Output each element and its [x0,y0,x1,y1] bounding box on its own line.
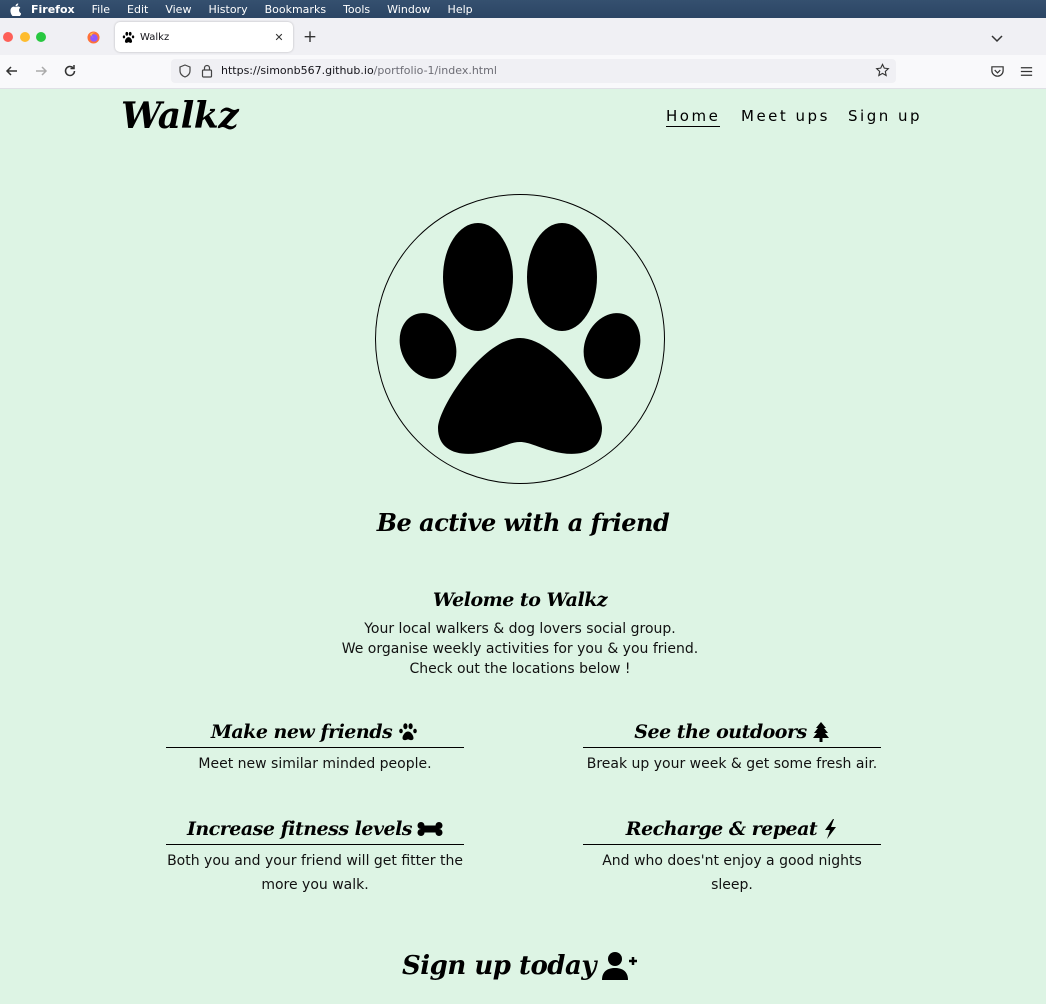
feature-title: Make new friends [166,717,464,748]
feature-make-new-friends: Make new friends Meet new similar minded… [166,717,464,776]
feature-title-text: Make new friends [210,721,393,743]
menu-window[interactable]: Window [387,3,430,16]
url-path: /portfolio-1/index.html [373,64,497,77]
bolt-icon [825,819,837,839]
feature-description: Both you and your friend will get fitter… [167,853,463,893]
menu-app-firefox[interactable]: Firefox [31,3,75,16]
bookmark-star-icon[interactable] [875,63,890,78]
nav-signup-link[interactable]: Sign up [848,107,922,125]
pocket-icon[interactable] [990,64,1005,79]
window-minimize-button[interactable] [20,32,30,42]
url-host: https://simonb567.github.io [221,64,374,77]
feature-title: Recharge & repeat [583,814,881,845]
menu-history[interactable]: History [208,3,247,16]
back-icon[interactable] [4,63,20,79]
menu-tools[interactable]: Tools [343,3,370,16]
feature-increase-fitness: Increase fitness levels Both you and you… [166,814,464,897]
tree-icon [812,722,829,742]
nav-meetups-link[interactable]: Meet ups [741,107,830,125]
web-page-content: Walkz Home Meet ups Sign up Be active wi… [0,89,1046,1004]
paw-icon [399,723,417,741]
reload-icon[interactable] [62,63,78,79]
firefox-view-icon[interactable] [87,31,100,44]
menu-help[interactable]: Help [448,3,473,16]
welcome-title: Welome to Walkz [432,589,608,611]
feature-title-text: See the outdoors [634,721,807,743]
welcome-line: Your local walkers & dog lovers social g… [364,621,676,637]
feature-title: See the outdoors [583,717,881,748]
tab-strip: Walkz ✕ + [0,18,1046,55]
feature-title: Increase fitness levels [166,814,464,845]
feature-title-text: Recharge & repeat [625,818,818,840]
menu-edit[interactable]: Edit [127,3,148,16]
user-plus-icon [601,952,637,980]
welcome-line: We organise weekly activities for you & … [341,641,699,657]
tab-title: Walkz [140,31,170,43]
site-logo[interactable]: Walkz [121,95,239,137]
feature-title-text: Increase fitness levels [186,818,413,840]
menu-file[interactable]: File [92,3,110,16]
tracking-protection-shield-icon[interactable] [178,64,192,78]
welcome-line: Check out the locations below ! [409,661,631,677]
signup-cta-heading[interactable]: Sign up today [0,951,1040,981]
url-text[interactable]: https://simonb567.github.io/portfolio-1/… [221,64,497,77]
lock-icon[interactable] [201,64,213,78]
tab-close-icon[interactable]: ✕ [270,31,288,44]
nav-home-link[interactable]: Home [666,107,721,127]
forward-icon[interactable] [33,63,49,79]
menu-bookmarks[interactable]: Bookmarks [265,3,326,16]
feature-description: Break up your week & get some fresh air. [586,756,878,772]
feature-see-the-outdoors: See the outdoors Break up your week & ge… [583,717,881,776]
apple-icon[interactable] [8,2,22,16]
paw-icon [122,31,135,43]
signup-cta-text: Sign up today [402,951,596,981]
list-all-tabs-icon[interactable] [989,30,1005,46]
feature-description: Meet new similar minded people. [198,756,432,772]
navigation-toolbar: https://simonb567.github.io/portfolio-1/… [0,55,1046,89]
window-zoom-button[interactable] [36,32,46,42]
url-bar[interactable]: https://simonb567.github.io/portfolio-1/… [171,59,896,83]
feature-description: And who does'nt enjoy a good nights slee… [602,853,862,893]
hamburger-menu-icon[interactable] [1019,64,1034,79]
bone-icon [417,822,443,836]
feature-recharge-repeat: Recharge & repeat And who does'nt enjoy … [583,814,881,897]
new-tab-button[interactable]: + [301,28,319,46]
window-close-button[interactable] [3,32,13,42]
hero-tagline: Be active with a friend [376,508,670,537]
menu-view[interactable]: View [165,3,191,16]
macos-menu-bar: Firefox File Edit View History Bookmarks… [0,0,1046,18]
tab-walkz[interactable]: Walkz ✕ [115,22,293,52]
hero-paw-icon [399,223,641,454]
